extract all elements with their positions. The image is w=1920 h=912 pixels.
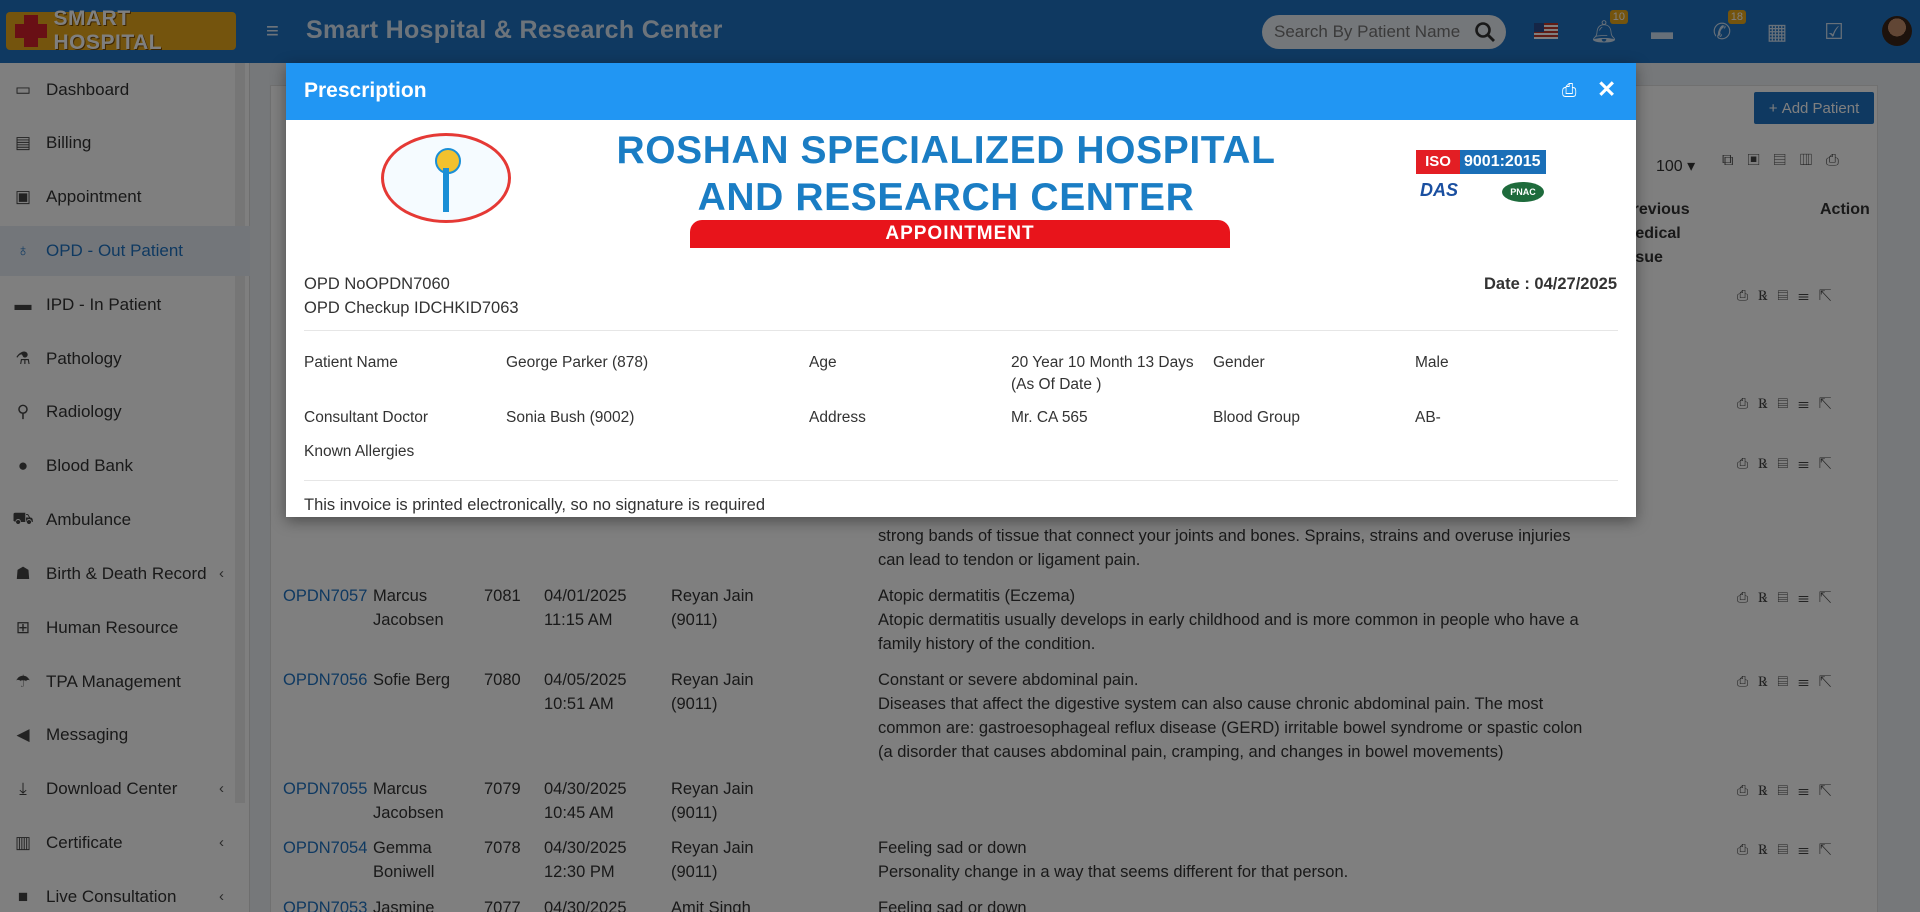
footer-note: This invoice is printed electronically, … — [304, 496, 766, 514]
caduceus-logo-icon — [381, 133, 511, 223]
blood-group-label: Blood Group — [1213, 409, 1301, 426]
address-value: Mr. CA 565 — [1011, 409, 1088, 426]
patient-name-value: George Parker (878) — [506, 354, 649, 371]
gender-value: Male — [1415, 354, 1449, 371]
close-icon[interactable]: ✕ — [1597, 76, 1616, 103]
iso-bar: ISO 9001:2015 — [1416, 150, 1546, 174]
allergies-label: Known Allergies — [304, 443, 415, 460]
divider — [304, 330, 1618, 331]
gender-label: Gender — [1213, 354, 1265, 371]
iso-certification-logo: ISO 9001:2015 DAS PNAC — [1416, 150, 1546, 208]
blood-group-value: AB- — [1415, 409, 1441, 426]
hospital-name: ROSHAN SPECIALIZED HOSPITAL AND RESEARCH… — [616, 127, 1276, 221]
age-note: (As Of Date ) — [1011, 376, 1102, 393]
das-label: DAS — [1420, 180, 1459, 200]
prescription-date: Date : 04/27/2025 — [1483, 275, 1617, 293]
age-value: 20 Year 10 Month 13 Days — [1011, 354, 1194, 371]
age-label: Age — [809, 354, 837, 371]
opd-number: OPD NoOPDN7060 — [304, 275, 450, 293]
hospital-name-line-1: ROSHAN SPECIALIZED HOSPITAL — [616, 129, 1276, 172]
prescription-modal: Prescription ⎙ ✕ ROSHAN SPECIALIZED HOSP… — [286, 63, 1636, 517]
hospital-name-line-2: AND RESEARCH CENTER — [697, 176, 1195, 219]
address-label: Address — [809, 409, 866, 426]
opd-checkup-id: OPD Checkup IDCHKID7063 — [304, 299, 519, 317]
modal-title: Prescription — [304, 79, 427, 102]
modal-header: Prescription ⎙ ✕ — [286, 63, 1636, 120]
iso-number: 9001:2015 — [1464, 153, 1541, 170]
pnac-badge: PNAC — [1502, 182, 1544, 202]
doctor-label: Consultant Doctor — [304, 409, 429, 426]
appointment-banner: APPOINTMENT — [690, 220, 1230, 248]
patient-name-label: Patient Name — [304, 354, 398, 371]
iso-label: ISO — [1416, 150, 1460, 174]
print-icon[interactable]: ⎙ — [1562, 80, 1576, 101]
divider — [304, 480, 1618, 481]
doctor-value: Sonia Bush (9002) — [506, 409, 635, 426]
